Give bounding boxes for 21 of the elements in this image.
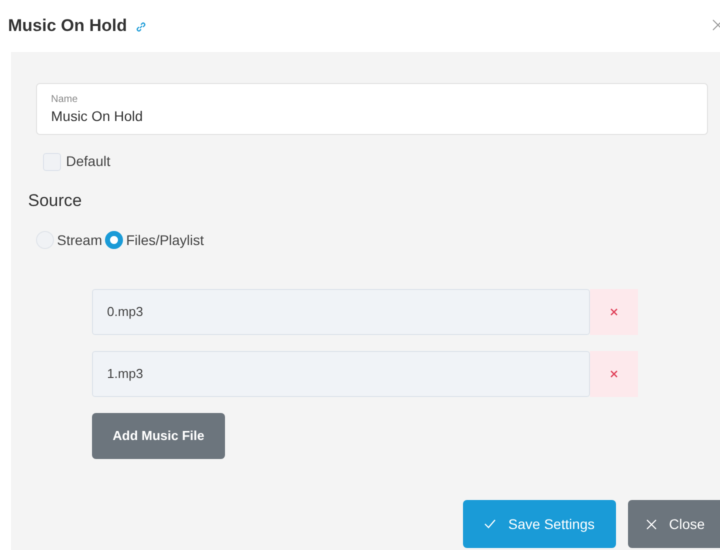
name-field[interactable]: Name Music On Hold [36,83,708,135]
radio-label: Files/Playlist [126,230,204,250]
remove-button[interactable] [590,350,638,396]
remove-button[interactable] [590,288,638,334]
check-icon [484,519,496,529]
radio-button[interactable] [105,231,124,249]
add-music-file-button[interactable]: Add Music File [92,412,225,458]
close-icon [610,370,618,378]
section-heading: Source [28,190,83,212]
dialog-title: Music On Hold [8,15,127,38]
close-icon [610,308,618,316]
close-icon[interactable] [712,19,720,31]
close-button[interactable]: Close [628,500,720,548]
link-icon[interactable] [135,21,147,33]
checkbox-label: Default [66,152,110,171]
field-value: Music On Hold [51,107,144,126]
file-field[interactable]: 1.mp3 [92,350,590,396]
file-field[interactable]: 0.mp3 [92,288,590,334]
radio-label: Stream [57,230,102,250]
field-label: Name [51,94,79,106]
close-icon [646,518,657,530]
